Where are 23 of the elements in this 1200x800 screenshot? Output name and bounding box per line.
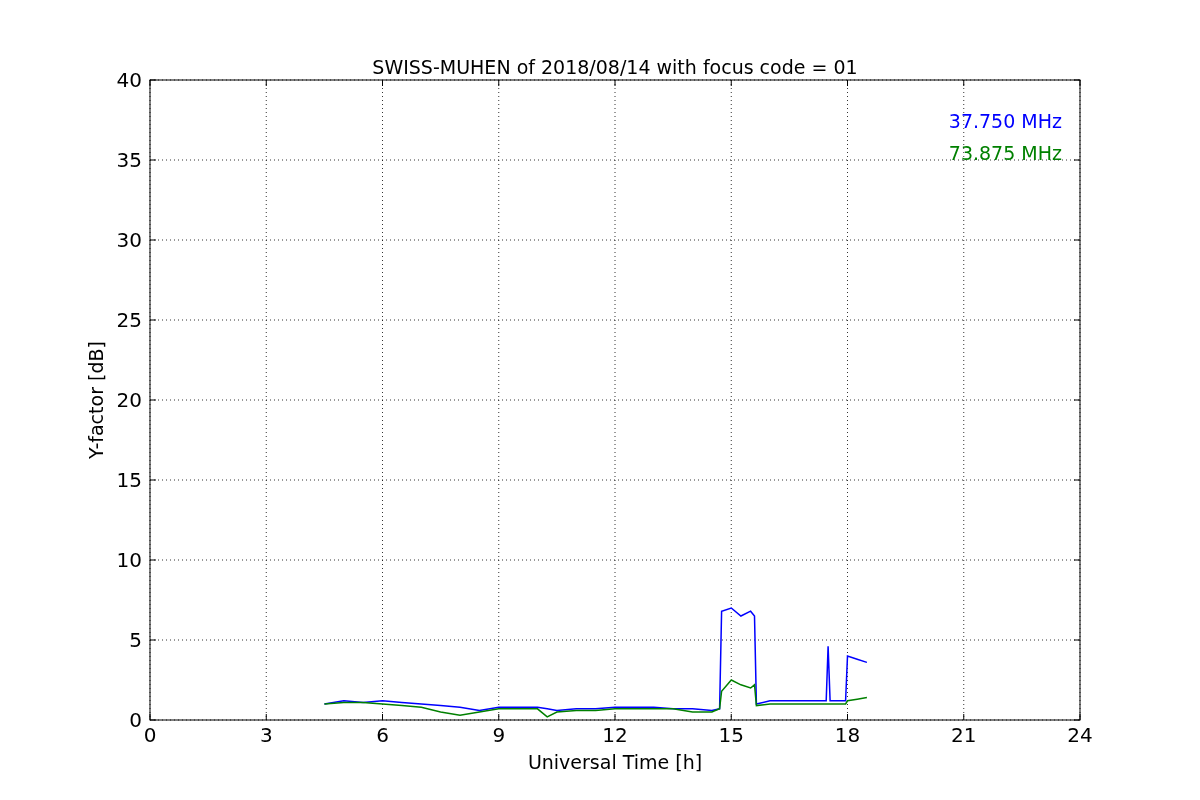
y-axis-label: Y-factor [dB]: [85, 341, 107, 459]
legend-label: 73.875 MHz: [948, 142, 1062, 164]
y-tick-label: 30: [116, 228, 142, 252]
x-tick-label: 15: [718, 723, 744, 747]
y-tick-label: 15: [116, 468, 142, 492]
x-tick-label: 6: [376, 723, 389, 747]
y-tick-label: 0: [129, 708, 142, 732]
legend-label: 37.750 MHz: [948, 110, 1062, 132]
chart-title: SWISS-MUHEN of 2018/08/14 with focus code = 01: [372, 56, 858, 78]
y-tick-label: 40: [116, 68, 142, 92]
x-tick-label: 18: [834, 723, 861, 747]
y-tick-label: 25: [116, 308, 142, 332]
y-tick-label: 20: [116, 388, 142, 412]
x-axis-label: Universal Time [h]: [527, 751, 703, 773]
x-tick-label: 9: [492, 723, 506, 747]
x-tick-label: 0: [143, 723, 157, 747]
x-tick-label: 24: [1067, 723, 1093, 747]
x-tick-label: 3: [259, 723, 273, 747]
y-tick-label: 35: [116, 148, 142, 172]
x-tick-label: 12: [602, 723, 628, 747]
y-tick-label: 10: [116, 548, 142, 572]
x-tick-label: 21: [951, 723, 977, 747]
y-tick-label: 5: [129, 628, 142, 652]
